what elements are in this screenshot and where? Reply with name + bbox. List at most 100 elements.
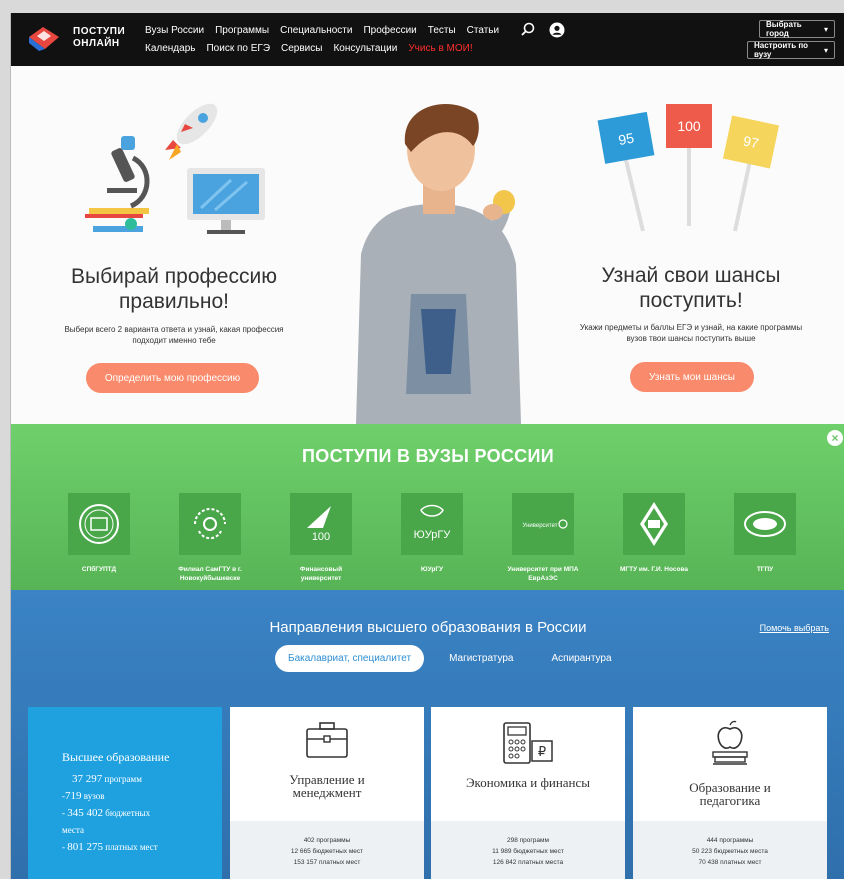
- nav-row-1: Вузы России Программы Специальности Проф…: [145, 22, 499, 40]
- stats-budget-label: бюджетных: [105, 808, 151, 818]
- svg-text:₽: ₽: [538, 745, 546, 760]
- direction-card-title-line-1: Экономика и финансы: [465, 775, 591, 790]
- card-paid: 126 842 платных места: [492, 859, 564, 866]
- stats-paid-label: платных мест: [105, 842, 158, 852]
- user-icon[interactable]: [549, 22, 565, 38]
- stats-paid-number: 801 275: [67, 841, 103, 853]
- nav-link-specialties[interactable]: Специальности: [280, 22, 352, 40]
- nav-link-services[interactable]: Сервисы: [281, 40, 322, 58]
- direction-card-education[interactable]: Образование и педагогика 444 программы 5…: [633, 707, 827, 879]
- stats-programs-label: программ: [104, 774, 142, 784]
- logo-icon: [29, 27, 59, 51]
- direction-card-title-line-2: менеджмент: [292, 785, 362, 800]
- check-chances-button[interactable]: Узнать мои шансы: [630, 362, 754, 392]
- university-name: МГТУ им. Г.И. Носова: [604, 565, 704, 574]
- search-icon[interactable]: [521, 22, 535, 36]
- universities-title: ПОСТУПИ В ВУЗЫ РОССИИ: [302, 446, 554, 466]
- hero-left-title: Выбирай профессию правильно!: [49, 264, 299, 314]
- page-frame: ПОСТУПИ ОНЛАЙН Вузы России Программы Спе…: [10, 13, 844, 879]
- university-name-line-2: Новокуйбышевске: [179, 575, 241, 582]
- card-programs: 444 программы: [706, 837, 754, 844]
- tile-label-university: Университет: [523, 523, 558, 529]
- hero-right-title-line-2: поступить!: [639, 289, 743, 312]
- hero-right-title-line-1: Узнай свои шансы: [601, 264, 781, 287]
- stats-universities-label: вузов: [83, 791, 105, 801]
- university-item[interactable]: МГТУ им. Г.И. Носова: [604, 493, 704, 574]
- calculator-icon: ₽: [431, 721, 625, 765]
- directions-section: Направления высшего образования в России…: [11, 590, 844, 879]
- university-name-line-1: Университет при МПА: [507, 566, 579, 573]
- stats-universities: ‑719 вузов: [62, 790, 105, 802]
- university-item[interactable]: ЮУрГУ ЮУрГУ: [382, 493, 482, 574]
- university-logo: [734, 493, 796, 555]
- nav-link-calendar[interactable]: Календарь: [145, 40, 195, 58]
- university-item[interactable]: Университет Университет при МПА ЕврАзЭС: [493, 493, 593, 583]
- science-illustration: [85, 103, 265, 234]
- sign-95-label: 95: [617, 130, 635, 148]
- university-logo: [623, 493, 685, 555]
- direction-card-stats: 298 программ 11 989 бюджетных мест 126 8…: [431, 821, 625, 879]
- stats-budget-number: 345 402: [67, 807, 103, 819]
- nav-link-tests[interactable]: Тесты: [428, 22, 456, 40]
- hero-right-text-line-2: вузов твои шансы поступить выше: [626, 334, 756, 343]
- hero-right-title: Узнай свои шансы поступить!: [566, 263, 816, 313]
- nav-row-2: Календарь Поиск по ЕГЭ Сервисы Консульта…: [145, 40, 499, 58]
- site-logo[interactable]: ПОСТУПИ ОНЛАЙН: [29, 23, 129, 53]
- configure-by-university-button[interactable]: Настроить по вузу ▾: [747, 41, 835, 59]
- monitor-icon: [187, 168, 265, 234]
- logo-line-1: ПОСТУПИ: [73, 26, 126, 37]
- main-nav: Вузы России Программы Специальности Проф…: [145, 22, 499, 58]
- help-choose-link[interactable]: Помочь выбрать: [760, 623, 829, 633]
- direction-card-title-line-2: педагогика: [699, 793, 761, 808]
- define-profession-button[interactable]: Определить мою профессию: [86, 363, 259, 393]
- university-name: ТГПУ: [715, 565, 815, 574]
- chevron-down-icon: ▾: [823, 24, 828, 34]
- nav-link-ege-search[interactable]: Поиск по ЕГЭ: [206, 40, 270, 58]
- card-programs: 402 программы: [303, 837, 351, 844]
- nav-link-study-moi[interactable]: Учись в МОИ!: [408, 40, 472, 58]
- nav-link-articles[interactable]: Статьи: [467, 22, 499, 40]
- universities-section: ПОСТУПИ В ВУЗЫ РОССИИ × СПбГУПТД Филиал …: [11, 424, 844, 590]
- direction-card-economics[interactable]: ₽ Экономика и финансы 298 программ 11 98…: [431, 707, 625, 879]
- card-paid: 70 438 платных мест: [698, 859, 762, 866]
- higher-education-stats: Высшее образование 37 297 программ ‑719 …: [28, 707, 222, 879]
- card-programs: 298 программ: [507, 837, 549, 844]
- university-item[interactable]: СПбГУПТД: [49, 493, 149, 574]
- tab-postgraduate[interactable]: Аспирантура: [539, 645, 625, 672]
- hero-left-text-line-1: Выбери всего 2 варианта ответа и узнай, …: [64, 325, 284, 334]
- choose-city-button[interactable]: Выбрать город ▾: [759, 20, 835, 38]
- directions-title: Направления высшего образования в России: [269, 619, 587, 636]
- university-name-line-1: ТГПУ: [756, 566, 774, 573]
- university-name: ЮУрГУ: [382, 565, 482, 574]
- briefcase-icon: [230, 721, 424, 759]
- university-logo: Университет: [512, 493, 574, 555]
- university-logo: [68, 493, 130, 555]
- card-budget: 12 665 бюджетных мест: [290, 848, 364, 855]
- direction-card-management[interactable]: Управление и менеджмент 402 программы 12…: [230, 707, 424, 879]
- university-name: СПбГУПТД: [49, 565, 149, 574]
- nav-link-universities[interactable]: Вузы России: [145, 22, 204, 40]
- university-name: Филиал СамГТУ в г. Новокуйбышевске: [160, 565, 260, 583]
- nav-link-professions[interactable]: Профессии: [363, 22, 416, 40]
- direction-card-title: Образование и педагогика: [633, 781, 827, 807]
- hero-right-text-line-1: Укажи предметы и баллы ЕГЭ и узнай, на к…: [579, 323, 803, 332]
- university-item[interactable]: Филиал СамГТУ в г. Новокуйбышевске: [160, 493, 260, 583]
- nav-link-programs[interactable]: Программы: [215, 22, 269, 40]
- apple-books-icon: [633, 719, 827, 767]
- hero-section: Выбирай профессию правильно! Выбери всег…: [11, 66, 844, 424]
- tab-master[interactable]: Магистратура: [436, 645, 526, 672]
- university-item[interactable]: ТГПУ: [715, 493, 815, 574]
- tile-label-yurgu: ЮУрГУ: [414, 529, 452, 541]
- stats-budget: ‑ 345 402 бюджетных: [62, 807, 151, 819]
- rocket-icon: [165, 103, 218, 160]
- score-signs-illustration: 95 100 97: [597, 104, 780, 232]
- sign-100-label: 100: [677, 118, 701, 134]
- header-icons: [521, 22, 565, 38]
- tab-bachelor[interactable]: Бакалавриат, специалитет: [275, 645, 425, 672]
- stats-paid: ‑ 801 275 платных мест: [62, 841, 158, 853]
- nav-link-consultations[interactable]: Консультации: [333, 40, 397, 58]
- university-logo: 100: [290, 493, 352, 555]
- direction-card-stats: 402 программы 12 665 бюджетных мест 153 …: [230, 821, 424, 879]
- close-icon[interactable]: ×: [827, 430, 843, 446]
- university-item[interactable]: 100 Финансовый университет: [271, 493, 371, 583]
